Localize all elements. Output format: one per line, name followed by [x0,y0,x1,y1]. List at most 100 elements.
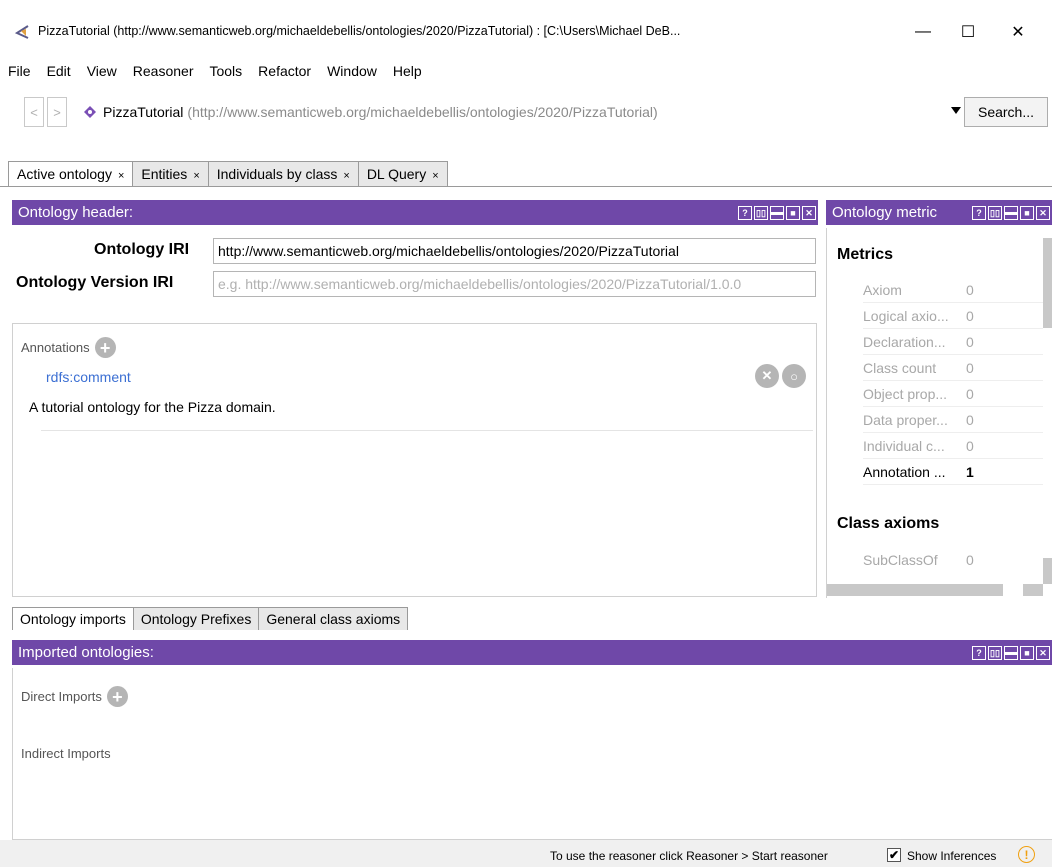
metric-value: 0 [966,412,974,428]
ontology-iri-label: Ontology IRI [94,241,190,258]
direct-imports-header: Direct Imports + [21,686,128,707]
tab-dl-query[interactable]: DL Query × [357,161,448,186]
annotation-value: A tutorial ontology for the Pizza domain… [29,399,276,415]
horizontal-scrollbar[interactable] [827,584,1003,596]
ontology-metrics-view-title: Ontology metric ? ▯▯ ■ ✕ [826,200,1052,225]
menu-reasoner[interactable]: Reasoner [125,60,202,82]
workspace-tabs: Active ontology × Entities × Individuals b… [8,161,448,186]
forward-button[interactable]: > [47,97,67,127]
metric-row: Axiom 0 [863,278,1043,303]
tab-entities[interactable]: Entities × [132,161,209,186]
close-view-icon[interactable]: ✕ [802,206,816,220]
metric-value: 0 [966,360,974,376]
title-bar: PizzaTutorial (http://www.semanticweb.or… [0,0,1052,56]
metric-row: Data proper... 0 [863,408,1043,433]
annotation-property[interactable]: rdfs:comment [46,369,131,385]
class-axioms-heading: Class axioms [837,515,940,532]
add-annotation-icon[interactable]: + [94,337,116,358]
split-vertical-icon[interactable]: ▯▯ [754,206,768,220]
ontology-version-iri-field[interactable]: e.g. http://www.semanticweb.org/michaeld… [213,271,816,297]
split-horizontal-icon[interactable] [770,206,784,220]
metric-value: 0 [966,438,974,454]
show-inferences-checkbox[interactable]: ✔ [887,848,901,862]
tab-label: Active ontology [17,166,112,182]
horizontal-scrollbar-track[interactable] [1023,584,1043,596]
indirect-imports-header: Indirect Imports [21,746,111,761]
metric-row: Class count 0 [863,356,1043,381]
float-view-icon[interactable]: ■ [786,206,800,220]
protege-app-icon [14,25,29,39]
back-button[interactable]: < [24,97,44,127]
tab-label: Entities [141,166,188,182]
view-controls: ? ▯▯ ■ ✕ [738,206,816,220]
ontology-iri-field[interactable]: http://www.semanticweb.org/michaeldebell… [213,238,816,264]
ontology-nav-bar: < > PizzaTutorial (http://www.semanticwe… [14,95,1048,129]
metric-name: Logical axio... [863,308,949,324]
ontology-iri: (http://www.semanticweb.org/michaeldebel… [187,104,658,120]
metrics-heading: Metrics [837,246,894,263]
menu-window[interactable]: Window [319,60,385,82]
search-button[interactable]: Search... [964,97,1048,127]
metric-row: Annotation ... 1 [863,460,1043,485]
tab-label: Individuals by class [216,166,338,182]
metric-name: Object prop... [863,386,948,402]
chevron-down-icon[interactable] [951,107,961,114]
tab-close-icon[interactable]: × [343,170,349,182]
split-vertical-icon[interactable]: ▯▯ [988,646,1002,660]
metric-name: Individual c... [863,438,945,454]
view-title: Imported ontologies: [18,644,154,661]
menu-edit[interactable]: Edit [39,60,79,82]
delete-annotation-icon[interactable]: ✕ [755,364,779,388]
tab-individuals-by-class[interactable]: Individuals by class × [207,161,359,186]
metric-row: Declaration... 0 [863,330,1043,355]
metric-row: Logical axio... 0 [863,304,1043,329]
minimize-button[interactable]: — [900,14,946,50]
metric-value: 0 [966,334,974,350]
reasoner-hint: To use the reasoner click Reasoner > Sta… [550,849,828,863]
status-bar: To use the reasoner click Reasoner > Sta… [0,840,1052,867]
imported-ontologies-view-title: Imported ontologies: ? ▯▯ ■ ✕ [12,640,1052,665]
split-horizontal-icon[interactable] [1004,206,1018,220]
show-inferences-label: Show Inferences [907,849,997,863]
view-controls: ? ▯▯ ■ ✕ [972,206,1050,220]
menu-view[interactable]: View [79,60,125,82]
close-button[interactable]: ✕ [995,14,1041,50]
metric-value: 0 [966,552,974,568]
maximize-button[interactable]: ☐ [945,14,991,50]
close-view-icon[interactable]: ✕ [1036,206,1050,220]
tab-active-ontology[interactable]: Active ontology × [8,161,134,186]
metric-value: 0 [966,386,974,402]
tab-general-class-axioms[interactable]: General class axioms [258,607,409,630]
lower-tabs: Ontology imports Ontology Prefixes Gener… [12,607,409,630]
ontology-selector[interactable]: PizzaTutorial (http://www.semanticweb.or… [83,97,963,127]
annotations-label: Annotations [21,340,90,355]
close-view-icon[interactable]: ✕ [1036,646,1050,660]
metric-row: Object prop... 0 [863,382,1043,407]
float-view-icon[interactable]: ■ [1020,206,1034,220]
edit-annotation-icon[interactable]: ○ [782,364,806,388]
tab-close-icon[interactable]: × [118,170,124,182]
tab-close-icon[interactable]: × [432,170,438,182]
metric-row: Individual c... 0 [863,434,1043,459]
menu-refactor[interactable]: Refactor [250,60,319,82]
add-import-icon[interactable]: + [106,686,128,707]
help-icon[interactable]: ? [972,646,986,660]
window-title: PizzaTutorial (http://www.semanticweb.or… [38,24,681,38]
annotations-header: Annotations + [21,337,116,358]
float-view-icon[interactable]: ■ [1020,646,1034,660]
metric-name: Declaration... [863,334,946,350]
tab-close-icon[interactable]: × [193,170,199,182]
warning-icon[interactable]: ! [1018,846,1035,863]
indirect-imports-label: Indirect Imports [21,746,111,761]
menu-file[interactable]: File [0,60,39,82]
help-icon[interactable]: ? [738,206,752,220]
vertical-scrollbar[interactable] [1043,238,1052,328]
split-horizontal-icon[interactable] [1004,646,1018,660]
split-vertical-icon[interactable]: ▯▯ [988,206,1002,220]
ontology-header-view-title: Ontology header: ? ▯▯ ■ ✕ [12,200,818,225]
menu-tools[interactable]: Tools [201,60,250,82]
help-icon[interactable]: ? [972,206,986,220]
tab-ontology-imports[interactable]: Ontology imports [12,607,134,630]
menu-help[interactable]: Help [385,60,430,82]
tab-ontology-prefixes[interactable]: Ontology Prefixes [132,607,260,630]
